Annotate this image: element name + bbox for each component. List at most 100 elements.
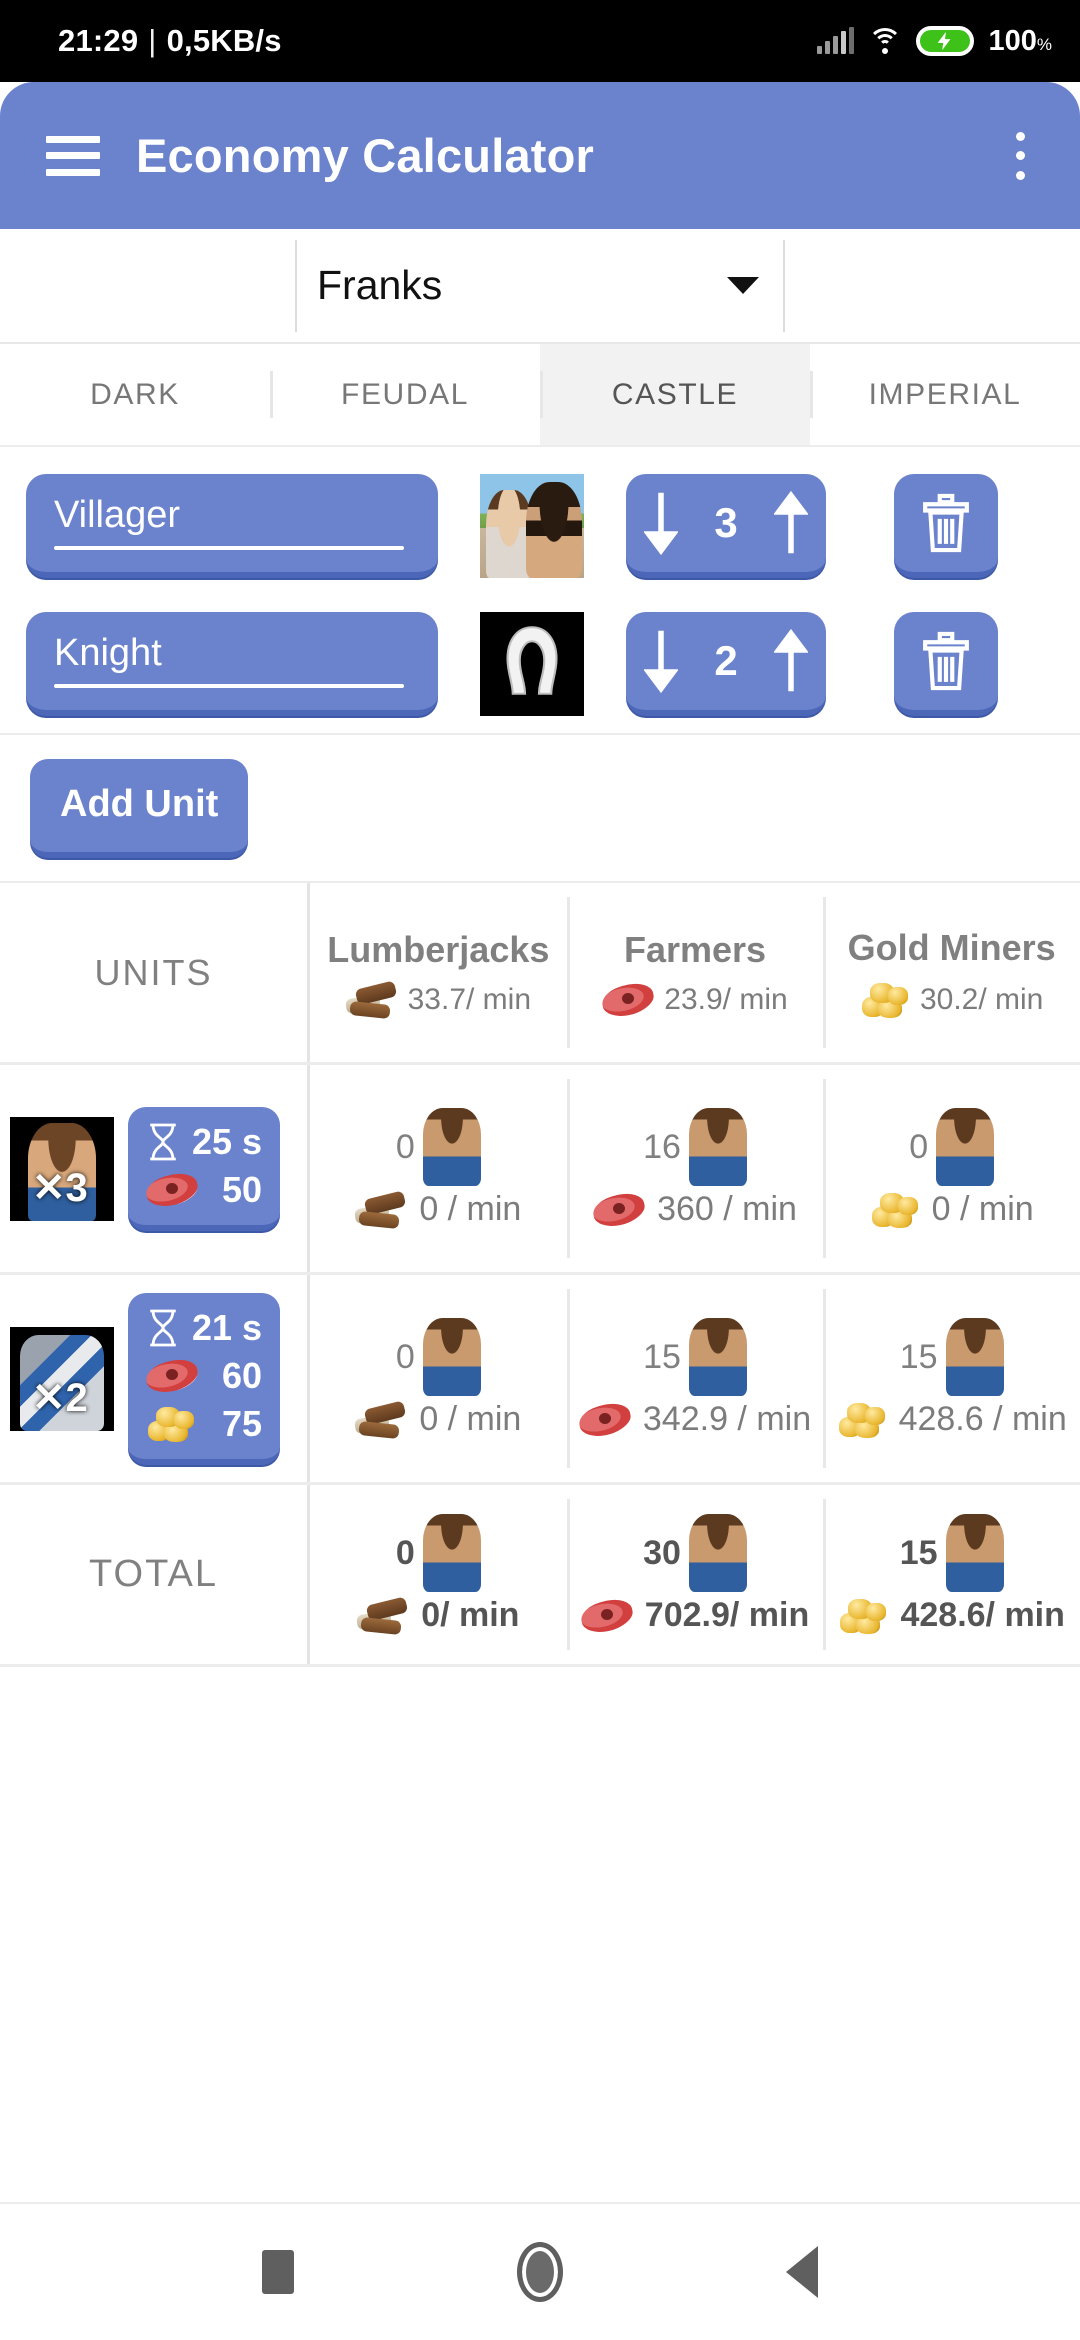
- unit-name-input[interactable]: Villager: [26, 474, 438, 578]
- status-network-speed: 0,5KB/s: [166, 23, 282, 58]
- cell-lumberjacks: 0 0 / min: [310, 1065, 567, 1272]
- gold-icon: [146, 1405, 196, 1443]
- cell-rate: 0 / min: [354, 1399, 522, 1439]
- column-rate-value: 33.7/ min: [407, 982, 532, 1016]
- cost-food-value: 60: [222, 1354, 263, 1396]
- unit-cost-box: 25 s 50: [128, 1106, 281, 1231]
- circle-home-icon[interactable]: [516, 2242, 563, 2302]
- gold-icon: [860, 981, 910, 1019]
- villager-count-value: 16: [643, 1127, 681, 1166]
- cell-farmers: 16 360 / min: [566, 1065, 824, 1272]
- cost-gold: 75: [146, 1403, 262, 1445]
- wood-icon: [354, 1399, 407, 1439]
- unit-name-input[interactable]: Knight: [26, 612, 438, 716]
- hourglass-icon: [150, 1309, 176, 1346]
- phone-screen: 21:29 | 0,5KB/s 100% Economy Calculator …: [0, 0, 1080, 2340]
- cell-rate: 0 / min: [870, 1190, 1034, 1229]
- status-bar-left: 21:29 | 0,5KB/s: [58, 23, 282, 59]
- android-nav-bar: [0, 2202, 1080, 2340]
- unit-count-value: 2: [714, 637, 738, 684]
- more-vertical-icon[interactable]: [994, 129, 1046, 183]
- villager-icon: [945, 1318, 1004, 1396]
- add-unit-button[interactable]: Add Unit: [30, 758, 249, 858]
- knight-unit-icon: ✕2: [10, 1326, 114, 1431]
- page-title: Economy Calculator: [136, 129, 595, 182]
- total-label-cell: TOTAL: [0, 1485, 307, 1664]
- signal-icon: [817, 27, 855, 54]
- wood-icon: [354, 1189, 407, 1229]
- tab-castle[interactable]: CASTLE: [540, 344, 810, 445]
- cost-food: 50: [143, 1168, 263, 1211]
- arrow-up-icon[interactable]: [773, 490, 808, 556]
- total-rate: 702.9/ min: [578, 1595, 810, 1636]
- column-title: Lumberjacks: [327, 928, 550, 970]
- civilization-select[interactable]: Franks: [295, 239, 785, 332]
- battery-percent: 100%: [988, 24, 1052, 57]
- triangle-back-icon[interactable]: [786, 2246, 819, 2298]
- cost-time-value: 25 s: [192, 1120, 263, 1162]
- villager-unit-icon: ✕3: [10, 1116, 114, 1221]
- units-header-label: UNITS: [94, 951, 213, 993]
- delete-unit-button[interactable]: [894, 612, 998, 716]
- assigned-villagers: 15: [900, 1514, 1004, 1592]
- total-rate-value: 0/ min: [421, 1596, 520, 1634]
- tab-feudal[interactable]: FEUDAL: [270, 344, 540, 445]
- arrow-down-icon[interactable]: [644, 490, 678, 556]
- cell-rate-value: 428.6 / min: [898, 1400, 1067, 1438]
- column-header-lumberjacks: Lumberjacks 33.7/ min: [310, 883, 567, 1062]
- table-total-row: TOTAL 0 0/ min 30 702.9/ min 15 428.6/ m…: [0, 1485, 1080, 1667]
- unit-multiplier: ✕3: [32, 1165, 88, 1210]
- table-row: ✕3 25 s 50 0 0 / min 16 360 / min 0 0 / …: [0, 1065, 1080, 1275]
- total-rate: 428.6/ min: [838, 1596, 1065, 1635]
- villager-count-value: 0: [909, 1127, 929, 1166]
- villager-icon: [945, 1514, 1004, 1592]
- unit-count-stepper[interactable]: 3: [626, 474, 826, 578]
- total-farmers: 30 702.9/ min: [566, 1485, 824, 1664]
- cell-farmers: 15 342.9 / min: [566, 1275, 824, 1482]
- hamburger-menu-icon[interactable]: [46, 135, 100, 176]
- column-rate: 30.2/ min: [860, 981, 1043, 1019]
- civilization-value: Franks: [317, 262, 443, 308]
- cost-time-value: 21 s: [192, 1306, 263, 1348]
- tab-imperial[interactable]: IMPERIAL: [810, 344, 1080, 445]
- total-rate-value: 428.6/ min: [900, 1596, 1065, 1634]
- gold-icon: [838, 1597, 888, 1635]
- delete-unit-button[interactable]: [894, 474, 998, 578]
- tab-dark-label: DARK: [90, 377, 180, 411]
- gold-icon: [837, 1401, 887, 1439]
- villager-icon: [936, 1108, 995, 1186]
- villager-icon: [422, 1318, 481, 1396]
- cell-rate: 428.6 / min: [837, 1400, 1067, 1439]
- table-header-columns: Lumberjacks 33.7/ min Farmers 23.9/ min …: [307, 883, 1080, 1062]
- cell-rate: 360 / min: [590, 1189, 797, 1230]
- square-recents-icon[interactable]: [261, 2250, 294, 2294]
- cost-food: 60: [143, 1354, 263, 1397]
- assigned-villagers: 0: [909, 1108, 995, 1186]
- unit-summary: ✕2 21 s 60 75: [0, 1292, 307, 1465]
- cost-time: 25 s: [146, 1121, 262, 1163]
- total-rate-value: 702.9/ min: [644, 1596, 810, 1634]
- row-values: 0 0 / min 16 360 / min 0 0 / min: [307, 1065, 1080, 1272]
- villager-count-value: 0: [395, 1127, 415, 1166]
- unit-count-stepper[interactable]: 2: [626, 612, 826, 716]
- arrow-up-icon[interactable]: [773, 628, 808, 694]
- villager-icon: [688, 1108, 747, 1186]
- tab-dark[interactable]: DARK: [0, 344, 270, 445]
- unit-count-value: 3: [714, 499, 738, 546]
- arrow-down-icon[interactable]: [644, 628, 678, 694]
- status-bar-right: 100%: [817, 25, 1052, 58]
- chevron-down-icon: [727, 277, 759, 294]
- meat-icon: [143, 1169, 201, 1210]
- unit-cost-box: 21 s 60 75: [128, 1292, 281, 1465]
- input-underline: [54, 546, 404, 550]
- cell-rate-value: 0 / min: [931, 1190, 1034, 1228]
- unit-name-value: Knight: [54, 632, 162, 674]
- cell-rate-value: 360 / min: [657, 1190, 797, 1228]
- gold-icon: [870, 1191, 920, 1229]
- unit-name-value: Villager: [54, 494, 181, 536]
- cost-food-value: 50: [222, 1168, 263, 1210]
- assigned-villagers: 0: [396, 1514, 481, 1592]
- unit-editor-row: Villager 3: [0, 457, 1080, 595]
- cell-rate-value: 0 / min: [419, 1400, 522, 1438]
- villager-icon: [422, 1108, 481, 1186]
